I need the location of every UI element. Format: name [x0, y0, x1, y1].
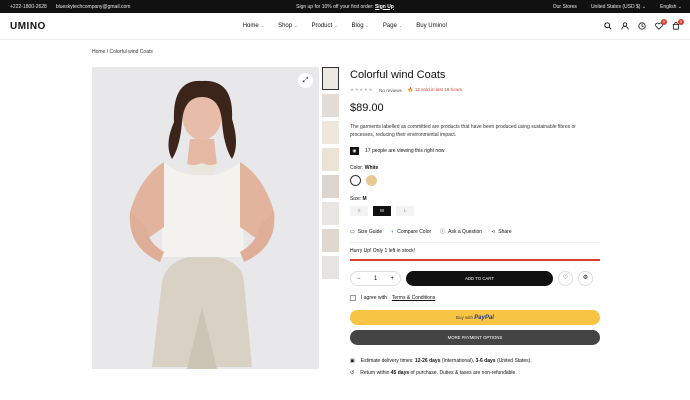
cart-button[interactable]: 0 [672, 19, 684, 30]
currency-select[interactable]: United States (USD $) ⌄ [591, 4, 646, 10]
model-photo [92, 67, 319, 369]
thumbnail[interactable] [322, 202, 339, 225]
compare-icon: ⚙ [582, 275, 589, 281]
our-stores-link[interactable]: Our Stores [553, 4, 577, 10]
main-nav: Home ⌄ Shop ⌄ Product ⌄ Blog ⌄ Page ⌄ Buy Umi… [0, 23, 690, 29]
nav-blog[interactable]: Blog ⌄ [352, 23, 369, 29]
qty-value[interactable]: 1 [374, 276, 377, 282]
search-icon[interactable] [604, 22, 612, 30]
wishlist-button[interactable]: 0 [655, 19, 667, 30]
user-icon[interactable] [621, 22, 629, 30]
product-title: Colorful wind Coats [350, 69, 446, 81]
terms-checkbox[interactable] [350, 295, 356, 301]
more-payment-options-button[interactable]: MORE PAYMENT OPTIONS [350, 330, 600, 345]
clock-icon[interactable] [638, 22, 646, 30]
share-icon: ⋖ [491, 228, 496, 235]
color-swatch-beige[interactable] [366, 175, 377, 186]
compare-color-link[interactable]: ◐ Compare Color [391, 229, 431, 235]
thumbnail-list [322, 67, 339, 283]
nav-home[interactable]: Home ⌄ [243, 23, 264, 29]
nav-product[interactable]: Product ⌄ [311, 23, 337, 29]
thumbnail[interactable] [322, 94, 339, 117]
size-guide-link[interactable]: ▭ Size Guide [350, 229, 382, 235]
stock-progress-bar [350, 259, 600, 261]
question-icon: ⓘ [440, 229, 446, 235]
color-swatch-white[interactable] [350, 175, 361, 186]
fire-icon: 🔥 [407, 87, 414, 92]
ruler-icon: ▭ [350, 228, 355, 235]
share-link[interactable]: ⋖ Share [491, 229, 512, 235]
signup-link[interactable]: Sign Up [375, 4, 394, 10]
add-to-cart-button[interactable]: ADD TO CART [406, 271, 553, 286]
breadcrumb-current: Colorful wind Coats [109, 49, 153, 55]
chevron-down-icon: ⌄ [294, 23, 298, 28]
eye-icon: ◉ [350, 147, 359, 155]
site-header: UMINO Home ⌄ Shop ⌄ Product ⌄ Blog ⌄ Page ⌄ B… [0, 13, 690, 40]
ask-question-link[interactable]: ⓘ Ask a Question [440, 228, 482, 235]
breadcrumb-home[interactable]: Home [92, 49, 105, 55]
language-select[interactable]: English ⌄ [660, 4, 682, 10]
thumbnail[interactable] [322, 148, 339, 171]
nav-page[interactable]: Page ⌄ [383, 23, 402, 29]
size-option-m[interactable]: M [373, 206, 391, 216]
return-info: ↺ Return within 45 days of purchase. Dut… [350, 370, 517, 376]
qty-increase-button[interactable]: + [390, 276, 394, 282]
size-label: Size: M [350, 196, 367, 202]
terms-link[interactable]: Terms & Conditions [392, 295, 435, 301]
box-icon: ▣ [350, 358, 355, 364]
quantity-stepper: − 1 + [350, 271, 401, 286]
compare-button[interactable]: ⚙ [578, 271, 593, 286]
sold-count: 🔥 12 sold in last 18 hours [407, 87, 463, 92]
zoom-button[interactable]: ⤢ [298, 73, 313, 88]
delivery-info: ▣ Estimate delivery times: 12-26 days (I… [350, 358, 532, 364]
thumbnail[interactable] [322, 67, 339, 90]
expand-icon: ⤢ [302, 77, 309, 84]
size-option-s[interactable]: S [350, 206, 368, 216]
terms-label: I agree with [361, 295, 387, 301]
thumbnail[interactable] [322, 121, 339, 144]
qty-decrease-button[interactable]: − [357, 276, 361, 282]
breadcrumb: Home / Colorful wind Coats [92, 49, 153, 55]
viewing-notice: ◉ 17 people are viewing this right now [350, 147, 600, 155]
divider [350, 242, 600, 243]
nav-buy[interactable]: Buy Umino! [416, 23, 447, 29]
color-wheel-icon: ◐ [391, 228, 395, 235]
paypal-button[interactable]: Buy with PayPal [350, 310, 600, 325]
chevron-down-icon: ⌄ [334, 23, 338, 28]
thumbnail[interactable] [322, 256, 339, 279]
heart-icon: ♡ [562, 275, 569, 281]
paypal-logo: PayPal [474, 315, 494, 321]
thumbnail[interactable] [322, 229, 339, 252]
rating-stars[interactable]: ★★★★★ [350, 87, 373, 93]
wishlist-count: 0 [661, 19, 667, 25]
nav-shop[interactable]: Shop ⌄ [278, 23, 297, 29]
return-icon: ↺ [350, 370, 355, 376]
color-label: Color: White [350, 165, 379, 171]
chevron-down-icon: ⌄ [365, 23, 369, 28]
size-option-l[interactable]: L [396, 206, 414, 216]
chevron-down-icon: ⌄ [398, 23, 403, 28]
stock-progress-fill [350, 259, 600, 261]
chevron-down-icon: ⌄ [260, 23, 265, 28]
product-details: Colorful wind Coats ★★★★★ No reviews 🔥 1… [350, 67, 600, 376]
stock-warning: Hurry Up! Only 1 left in stock! [350, 248, 416, 254]
product-description: The garments labelled as committed are p… [350, 124, 576, 138]
product-main-image[interactable]: ⤢ [92, 67, 319, 369]
thumbnail[interactable] [322, 175, 339, 198]
announcement-bar: +222-1800-2628 blueskytechcompany@gmail.… [0, 0, 690, 13]
product-price: $89.00 [350, 102, 384, 114]
review-count[interactable]: No reviews [379, 88, 402, 93]
wishlist-add-button[interactable]: ♡ [558, 271, 573, 286]
cart-count: 0 [678, 19, 684, 25]
